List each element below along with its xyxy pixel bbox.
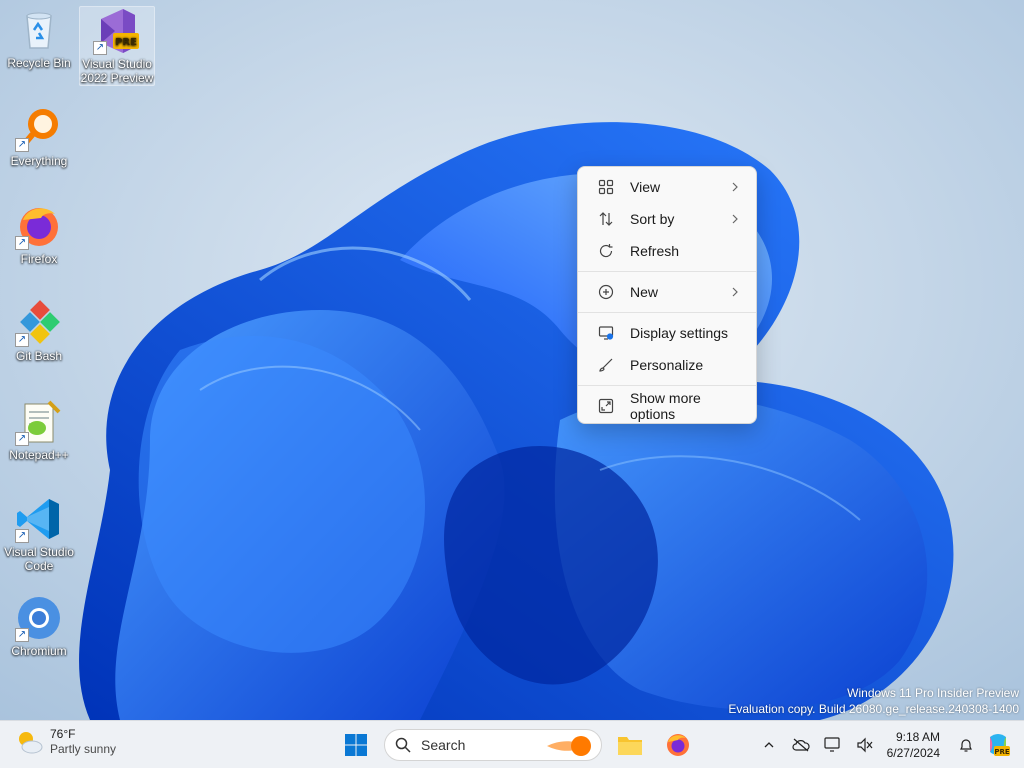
watermark-edition: Windows 11 Pro Insider Preview — [847, 686, 1019, 700]
menu-item-label: Personalize — [630, 357, 704, 373]
menu-item-label: Display settings — [630, 325, 729, 341]
onedrive-button[interactable] — [785, 725, 817, 765]
taskbar-center: Search — [336, 725, 698, 765]
desktop-icon-notepad-plus-plus[interactable]: ↗ Notepad++ — [1, 398, 77, 462]
shortcut-arrow-icon: ↗ — [15, 333, 29, 347]
preview-badge: PRE — [115, 37, 137, 48]
desktop-icon-git-bash[interactable]: ↗ Git Bash — [1, 299, 77, 363]
desktop-icon-label: Visual Studio 2022 Preview — [80, 57, 154, 85]
network-monitor-icon — [824, 737, 840, 752]
desktop-icon-label: Recycle Bin — [7, 56, 71, 70]
network-button[interactable] — [817, 725, 849, 765]
desktop-icon-visual-studio-code[interactable]: ↗ Visual Studio Code — [1, 495, 77, 573]
shortcut-arrow-icon: ↗ — [15, 236, 29, 250]
expand-icon — [596, 396, 616, 416]
copilot-icon: PRE — [990, 734, 1010, 756]
start-button[interactable] — [336, 725, 376, 765]
display-settings-icon — [596, 323, 616, 343]
weather-temperature: 76°F — [50, 727, 76, 741]
desktop-icon-chromium[interactable]: ↗ Chromium — [1, 594, 77, 658]
folder-icon — [618, 737, 642, 755]
desktop-icon-label: Chromium — [11, 644, 67, 658]
desktop-icon-visual-studio-2022-preview[interactable]: PRE ↗ Visual Studio 2022 Preview — [79, 6, 155, 86]
shortcut-arrow-icon: ↗ — [15, 529, 29, 543]
search-placeholder: Search — [421, 737, 466, 753]
menu-item-display-settings[interactable]: Display settings — [582, 317, 752, 349]
copilot-preview-badge: PRE — [994, 748, 1010, 756]
menu-item-label: New — [630, 284, 659, 300]
shortcut-arrow-icon: ↗ — [15, 628, 29, 642]
menu-separator — [578, 385, 756, 386]
taskbar-clock[interactable]: 9:18 AM 6/27/2024 — [881, 729, 950, 761]
git-bash-icon: ↗ — [15, 299, 63, 347]
weather-widget[interactable]: 76°F Partly sunny — [14, 727, 116, 757]
menu-item-label: View — [630, 179, 661, 195]
menu-item-sort-by[interactable]: Sort by — [582, 203, 752, 235]
taskbar-search-box[interactable]: Search — [384, 729, 602, 761]
desktop-icon-label: Everything — [10, 154, 68, 168]
evaluation-watermark: Windows 11 Pro Insider Preview Evaluatio… — [728, 685, 1019, 717]
weather-condition: Partly sunny — [50, 742, 117, 756]
grid-view-icon — [596, 177, 616, 197]
firefox-icon: ↗ — [15, 202, 63, 250]
shortcut-arrow-icon: ↗ — [15, 138, 29, 152]
chevron-right-icon — [732, 287, 738, 297]
desktop-icon-recycle-bin[interactable]: Recycle Bin — [1, 6, 77, 70]
desktop-icon-label: Visual Studio Code — [4, 545, 74, 573]
firefox-icon — [667, 734, 689, 756]
firefox-taskbar-button[interactable] — [658, 725, 698, 765]
menu-item-label: Refresh — [630, 243, 680, 259]
chevron-up-icon — [764, 742, 774, 748]
menu-item-show-more-options[interactable]: Show more options — [582, 390, 752, 422]
windows-logo-icon — [345, 734, 367, 756]
desktop-wallpaper — [0, 0, 1024, 720]
taskbar: 76°F Partly sunny Search 9:18 AM 6/27/20… — [0, 720, 1024, 768]
menu-item-refresh[interactable]: Refresh — [582, 235, 752, 267]
vscode-icon: ↗ — [15, 495, 63, 543]
recycle-bin-icon — [15, 6, 63, 54]
visual-studio-preview-icon: PRE ↗ — [93, 7, 141, 55]
clock-date: 6/27/2024 — [886, 746, 940, 760]
notepad-plus-plus-icon: ↗ — [15, 398, 63, 446]
volume-muted-icon — [857, 737, 873, 753]
menu-item-label: Show more options — [630, 390, 701, 422]
desktop-icon-label: Firefox — [20, 252, 58, 266]
desktop-icon-everything[interactable]: ↗ Everything — [1, 104, 77, 168]
search-icon — [395, 737, 411, 753]
chevron-right-icon — [732, 214, 738, 224]
desktop-icon-label: Git Bash — [15, 349, 63, 363]
system-tray: 9:18 AM 6/27/2024 PRE — [753, 721, 1024, 768]
desktop-context-menu: View Sort by Refresh New Display setting… — [577, 166, 757, 424]
menu-item-label: Sort by — [630, 211, 675, 227]
show-hidden-icons-button[interactable] — [753, 725, 785, 765]
desktop-icon-firefox[interactable]: ↗ Firefox — [1, 202, 77, 266]
shortcut-arrow-icon: ↗ — [93, 41, 107, 55]
chromium-icon: ↗ — [15, 594, 63, 642]
cloud-offline-icon — [792, 738, 810, 752]
menu-item-view[interactable]: View — [582, 171, 752, 203]
brush-icon — [596, 355, 616, 375]
notifications-button[interactable] — [950, 725, 982, 765]
chevron-right-icon — [732, 182, 738, 192]
shortcut-arrow-icon: ↗ — [15, 432, 29, 446]
menu-separator — [578, 312, 756, 313]
file-explorer-button[interactable] — [610, 725, 650, 765]
desktop-icon-label: Notepad++ — [9, 448, 69, 462]
search-highlight-icon — [547, 736, 591, 756]
plus-circle-icon — [596, 282, 616, 302]
magnifier-icon: ↗ — [15, 104, 63, 152]
watermark-build: Evaluation copy. Build 26080.ge_release.… — [728, 702, 1019, 716]
copilot-button[interactable]: PRE — [982, 725, 1014, 765]
menu-separator — [578, 271, 756, 272]
clock-time: 9:18 AM — [895, 730, 940, 744]
partly-sunny-icon — [19, 732, 43, 754]
volume-button[interactable] — [849, 725, 881, 765]
bell-icon — [960, 739, 972, 752]
refresh-icon — [596, 241, 616, 261]
sort-icon — [596, 209, 616, 229]
menu-item-new[interactable]: New — [582, 276, 752, 308]
menu-item-personalize[interactable]: Personalize — [582, 349, 752, 381]
